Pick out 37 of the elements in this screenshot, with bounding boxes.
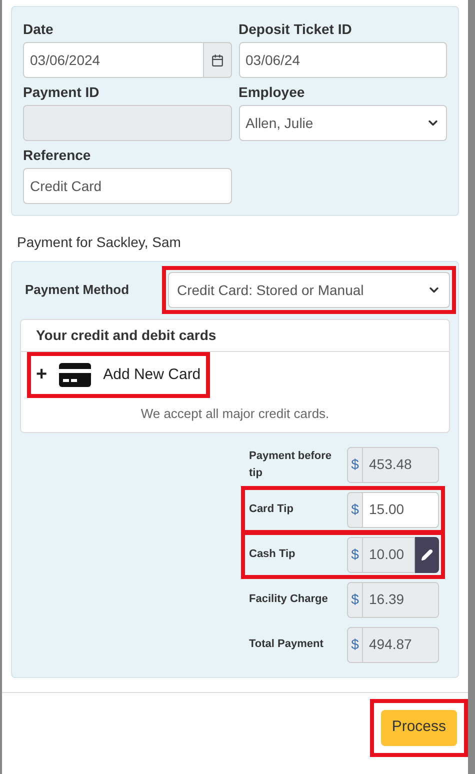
amount-label: Total Payment bbox=[249, 637, 324, 652]
field-label: Employee bbox=[238, 83, 306, 102]
currency-addon: $ bbox=[347, 446, 363, 482]
amount-field[interactable]: 16.39 bbox=[363, 582, 439, 618]
amount-label: Cash Tip bbox=[249, 547, 296, 562]
currency-addon: $ bbox=[347, 626, 363, 662]
add-card-button[interactable]: + Add New Card bbox=[31, 356, 206, 394]
date-field[interactable]: 03/06/2024 bbox=[23, 42, 204, 78]
field-label: Reference bbox=[23, 146, 92, 165]
edit-button[interactable] bbox=[415, 536, 439, 572]
currency-addon: $ bbox=[347, 492, 363, 528]
reference-field[interactable]: Credit Card bbox=[23, 168, 232, 204]
amount-field[interactable]: 453.48 bbox=[363, 446, 439, 482]
deposit-ticket-field[interactable]: 03/06/24 bbox=[238, 42, 447, 78]
amount-field[interactable]: 15.00 bbox=[363, 492, 439, 528]
calendar-button[interactable] bbox=[204, 42, 232, 78]
amount-label: Payment before tip bbox=[249, 448, 333, 480]
process-button[interactable]: Process bbox=[380, 710, 457, 746]
field-label: Payment Method bbox=[24, 281, 130, 300]
amount-field[interactable]: 494.87 bbox=[363, 626, 439, 662]
field-label: Payment ID bbox=[23, 83, 100, 102]
field-label: Date bbox=[23, 20, 54, 39]
plus-sign: + bbox=[36, 362, 48, 387]
payment-method-select[interactable]: Credit Card: Stored or Manual bbox=[168, 272, 450, 308]
field-label: Deposit Ticket ID bbox=[238, 20, 353, 39]
credit-card-icon bbox=[59, 363, 92, 387]
payment-for-heading: Payment for Sackley, Sam bbox=[17, 233, 182, 252]
amount-label: Facility Charge bbox=[249, 592, 329, 607]
pencil-icon bbox=[421, 548, 433, 560]
currency-addon: $ bbox=[347, 582, 363, 618]
currency-addon: $ bbox=[347, 536, 363, 572]
amount-field[interactable]: 10.00 bbox=[363, 536, 415, 572]
cards-note: We accept all major credit cards. bbox=[140, 405, 330, 423]
calendar-icon bbox=[210, 54, 224, 66]
employee-select[interactable]: Allen, Julie bbox=[238, 105, 447, 141]
cards-panel-title: Your credit and debit cards bbox=[21, 320, 449, 352]
amount-label: Card Tip bbox=[249, 502, 294, 517]
